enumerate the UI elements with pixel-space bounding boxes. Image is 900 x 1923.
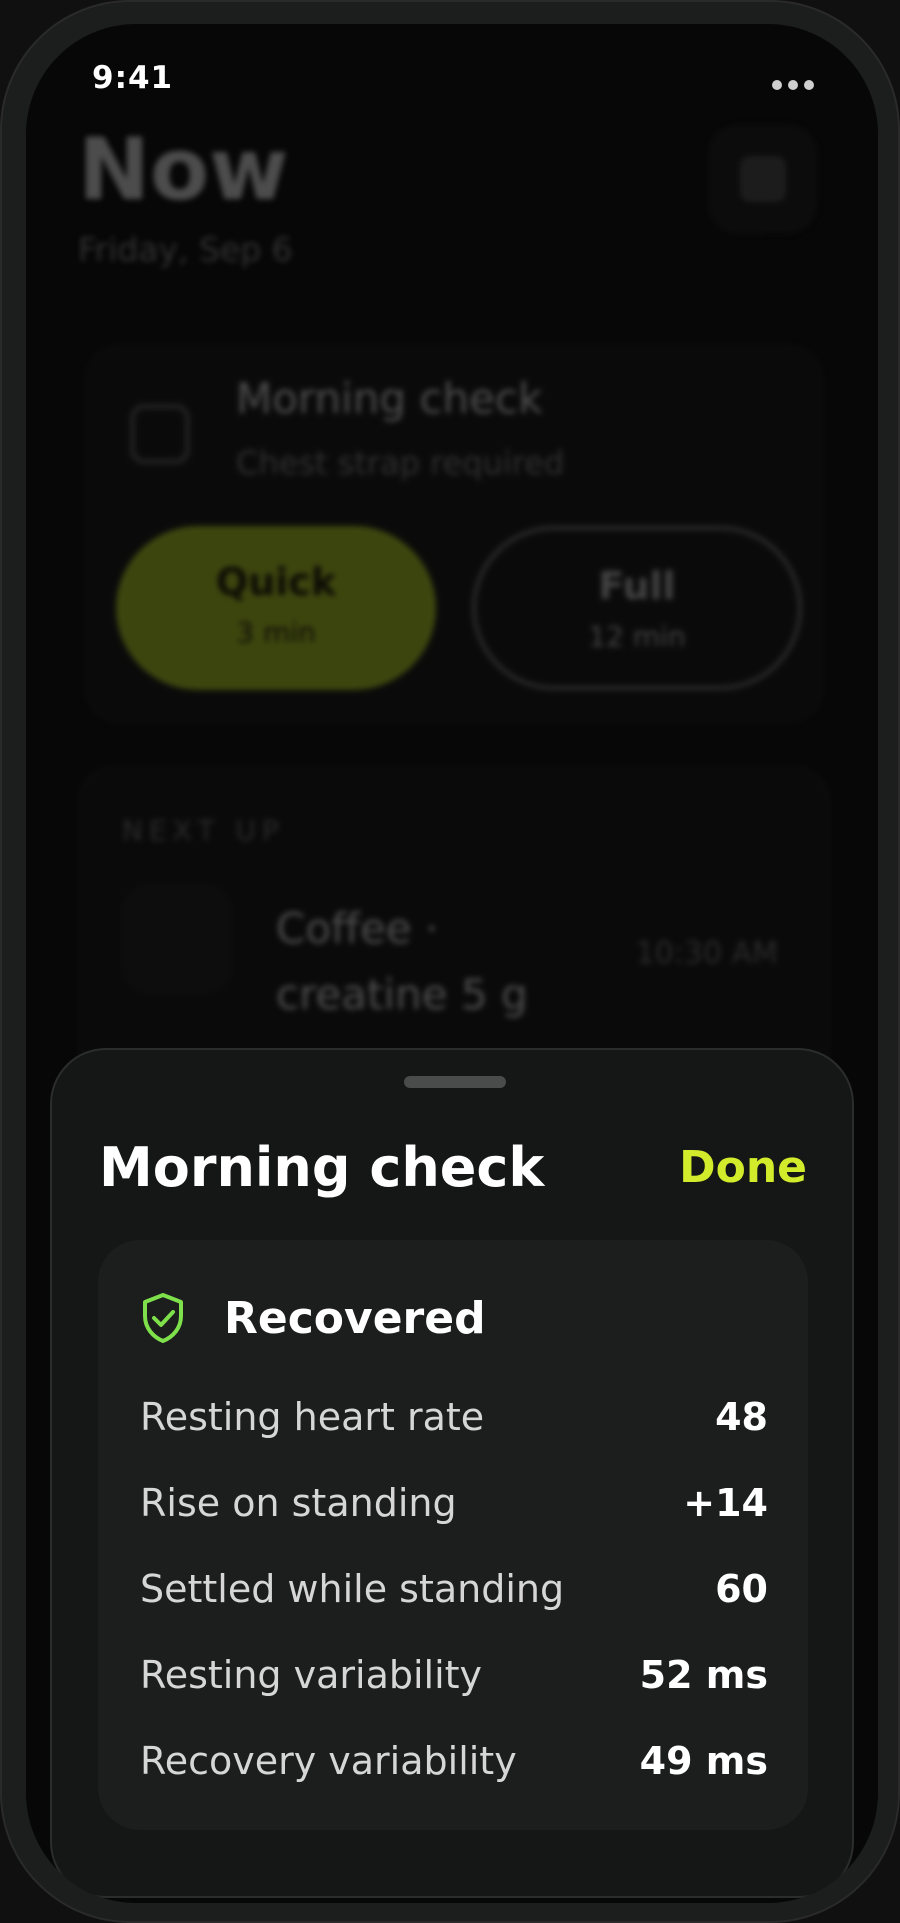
quick-check-button: Quick 3 min	[116, 526, 436, 690]
next-up-item-title: Coffee · creatine 5 g	[276, 904, 528, 1019]
result-card: Recovered Resting heart rate 48 Rise on …	[98, 1240, 808, 1830]
next-up-item-time: 10:30 AM	[635, 936, 778, 971]
status-row: Recovered	[140, 1292, 486, 1344]
metric-row: Rise on standing +14	[140, 1460, 768, 1546]
page-title: Now	[78, 120, 289, 220]
morning-check-sheet: Morning check Done Recovered Resting hea…	[50, 1048, 854, 1898]
calendar-icon	[740, 156, 786, 202]
card-title: Morning check	[236, 374, 543, 423]
quick-duration: 3 min	[236, 616, 316, 649]
calendar-button	[708, 124, 818, 234]
done-button[interactable]: Done	[679, 1142, 807, 1193]
status-label: Recovered	[224, 1292, 486, 1344]
metric-row: Recovery variability 49 ms	[140, 1718, 768, 1804]
metric-row: Resting heart rate 48	[140, 1374, 768, 1460]
metric-row: Settled while standing 60	[140, 1546, 768, 1632]
more-dots-icon	[772, 80, 814, 90]
full-duration: 12 min	[588, 620, 686, 653]
sheet-title: Morning check	[99, 1136, 545, 1199]
metric-label: Settled while standing	[140, 1567, 565, 1611]
metric-value: +14	[683, 1481, 768, 1525]
metric-value: 48	[715, 1395, 768, 1439]
card-subtitle: Chest strap required	[236, 444, 565, 482]
metric-value: 60	[715, 1567, 768, 1611]
heart-strap-icon	[130, 404, 190, 464]
metric-label: Recovery variability	[140, 1739, 517, 1783]
sheet-grabber[interactable]	[404, 1076, 506, 1088]
status-bar-time: 9:41	[92, 60, 174, 96]
metric-label: Resting variability	[140, 1653, 483, 1697]
metric-value: 49 ms	[639, 1739, 768, 1783]
screen: Now Friday, Sep 6 Morning check Chest st…	[26, 24, 878, 1903]
full-label: Full	[598, 564, 676, 608]
quick-label: Quick	[215, 560, 337, 604]
page-date: Friday, Sep 6	[78, 230, 293, 269]
metric-label: Rise on standing	[140, 1481, 457, 1525]
shield-check-icon	[143, 1293, 183, 1343]
pill-icon	[122, 884, 232, 994]
metric-row: Resting variability 52 ms	[140, 1632, 768, 1718]
metrics-list: Resting heart rate 48 Rise on standing +…	[140, 1374, 768, 1804]
phone-frame: Now Friday, Sep 6 Morning check Chest st…	[0, 0, 900, 1923]
metric-value: 52 ms	[639, 1653, 768, 1697]
full-check-button: Full 12 min	[472, 526, 802, 690]
next-up-heading: NEXT UP	[122, 814, 285, 847]
metric-label: Resting heart rate	[140, 1395, 485, 1439]
